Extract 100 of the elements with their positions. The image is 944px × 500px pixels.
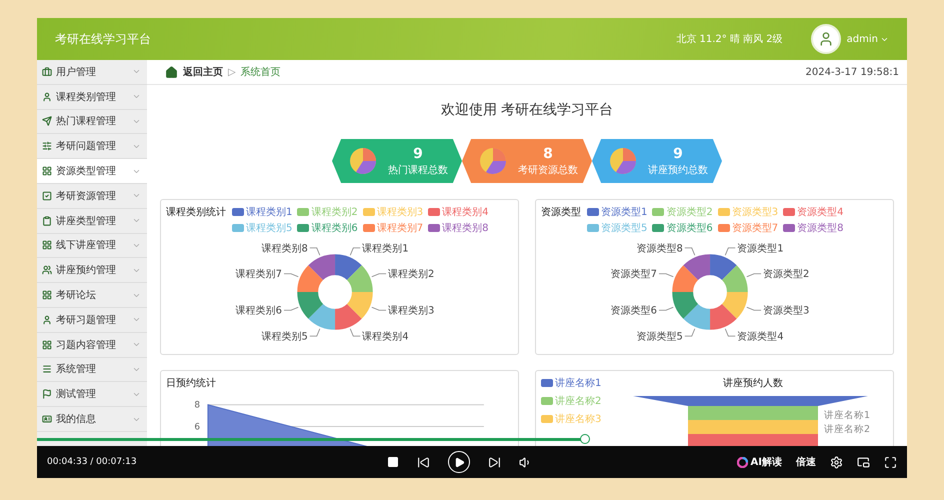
leader-line <box>371 306 386 311</box>
legend-label[interactable]: 资源类型1 <box>601 205 648 219</box>
legend-label[interactable]: 课程类别7 <box>376 221 424 235</box>
slice-label: 课程类别1 <box>362 243 409 254</box>
leader-line <box>284 273 299 278</box>
leader-line <box>309 328 320 336</box>
grid-icon <box>42 340 52 350</box>
people-icon <box>42 265 52 276</box>
slice-label: 资源类型6 <box>610 306 657 317</box>
paper-plane-icon <box>42 116 52 126</box>
stat-label: 热门课程总数 <box>388 164 448 176</box>
stage-label: 讲座名称1 <box>824 410 870 421</box>
datetime-text: 2024-3-17 19:58:1 <box>806 66 899 78</box>
leader-line <box>350 328 361 336</box>
play-icon <box>454 456 464 468</box>
speed-button[interactable]: 倍速 <box>796 455 816 469</box>
weather-text: 北京 11.2° 晴 南风 2级 <box>676 32 783 46</box>
pie-chart-icon <box>478 146 508 176</box>
stat-label: 考研资源总数 <box>518 164 578 176</box>
leader-line <box>284 306 299 311</box>
play-button[interactable] <box>448 451 470 473</box>
fullscreen-icon <box>884 456 897 468</box>
leader-line <box>746 273 762 278</box>
legend-label[interactable]: 资源类型7 <box>732 221 778 235</box>
sidebar-item[interactable]: 线下讲座管理 <box>37 234 147 258</box>
slice-label: 资源类型5 <box>636 332 683 343</box>
time-text: 00:04:33 / 00:07:13 <box>47 457 138 467</box>
leader-line <box>309 248 320 256</box>
volume-icon <box>519 456 532 468</box>
list-icon <box>42 364 52 374</box>
picture-in-picture-icon <box>857 456 870 468</box>
slice-label: 资源类型3 <box>763 306 810 317</box>
pie-chart-icon <box>608 146 638 176</box>
grid-icon <box>42 166 52 176</box>
person-icon <box>42 314 52 325</box>
sidebar-item[interactable]: 资源类型管理 <box>37 159 147 184</box>
legend-label[interactable]: 资源类型4 <box>797 205 844 219</box>
briefcase-icon <box>42 66 52 77</box>
leader-line <box>350 248 361 256</box>
leader-line <box>684 248 696 256</box>
checkbox-icon <box>42 190 52 201</box>
chart-title: 资源类型 <box>541 206 581 219</box>
stat-value: 9 <box>413 146 423 162</box>
leader-line <box>684 328 696 336</box>
axis-tick-label: 6 <box>194 422 200 432</box>
person-icon <box>42 92 52 102</box>
slice-label: 课程类别2 <box>388 269 434 280</box>
grid-icon <box>42 240 52 250</box>
stat-value: 8 <box>543 146 553 162</box>
legend-label[interactable]: 课程类别4 <box>442 205 488 219</box>
slice-label: 课程类别4 <box>362 332 409 343</box>
pie-chart-icon <box>348 146 378 176</box>
axis-tick-label: 8 <box>194 400 200 411</box>
next-icon <box>488 456 501 468</box>
legend-label[interactable]: 课程类别1 <box>246 205 292 219</box>
stage-label: 讲座名称2 <box>824 424 870 435</box>
legend-label[interactable]: 课程类别8 <box>442 221 488 235</box>
welcome-heading: 欢迎使用 考研在线学习平台 <box>440 101 614 120</box>
slice-label: 资源类型1 <box>737 243 784 254</box>
legend-label[interactable]: 课程类别6 <box>311 221 358 235</box>
stat-label: 讲座预约总数 <box>648 164 708 176</box>
ai-icon <box>736 456 748 468</box>
ai-button[interactable]: AI解读 <box>736 455 782 469</box>
grid-icon <box>42 290 52 300</box>
leader-line <box>371 273 386 278</box>
breadcrumb-separator: ▷ <box>228 66 236 78</box>
picture-in-picture-button[interactable] <box>857 456 870 468</box>
settings-button[interactable] <box>830 456 843 468</box>
app-title: 考研在线学习平台 <box>55 30 152 48</box>
legend-label[interactable]: 资源类型6 <box>666 221 713 235</box>
leader-line <box>724 328 736 336</box>
next-button[interactable] <box>488 456 501 468</box>
legend-label[interactable]: 资源类型8 <box>797 221 844 235</box>
settings-icon <box>830 456 843 468</box>
leader-line <box>658 273 674 278</box>
leader-line <box>724 248 736 256</box>
sidebar-item[interactable]: 系统管理 <box>37 358 147 382</box>
chart-title: 课程类别统计 <box>166 206 226 219</box>
volume-button[interactable] <box>519 456 532 468</box>
chart-title: 讲座预约人数 <box>723 376 783 390</box>
leader-line <box>746 306 762 311</box>
stop-button[interactable] <box>387 456 399 468</box>
fullscreen-button[interactable] <box>884 456 897 468</box>
slice-label: 资源类型8 <box>636 243 683 254</box>
previous-button[interactable] <box>417 456 430 468</box>
slice-label: 课程类别6 <box>236 306 282 317</box>
slice-label: 课程类别8 <box>262 243 308 254</box>
slice-label: 课程类别7 <box>236 269 282 280</box>
previous-icon <box>417 456 430 468</box>
legend-label[interactable]: 讲座名称1 <box>555 376 602 390</box>
chart-title: 日预约统计 <box>166 376 217 390</box>
sliders-icon <box>42 141 52 152</box>
avatar[interactable] <box>810 24 841 54</box>
breadcrumb-link[interactable]: 系统首页 <box>240 65 281 79</box>
breadcrumb-link[interactable]: 返回主页 <box>183 65 223 79</box>
home-icon <box>165 66 178 78</box>
stop-icon <box>387 456 399 468</box>
flag-icon <box>42 389 52 400</box>
clipboard-icon <box>42 216 52 226</box>
sidebar-item[interactable]: 热门课程管理 <box>37 110 147 134</box>
